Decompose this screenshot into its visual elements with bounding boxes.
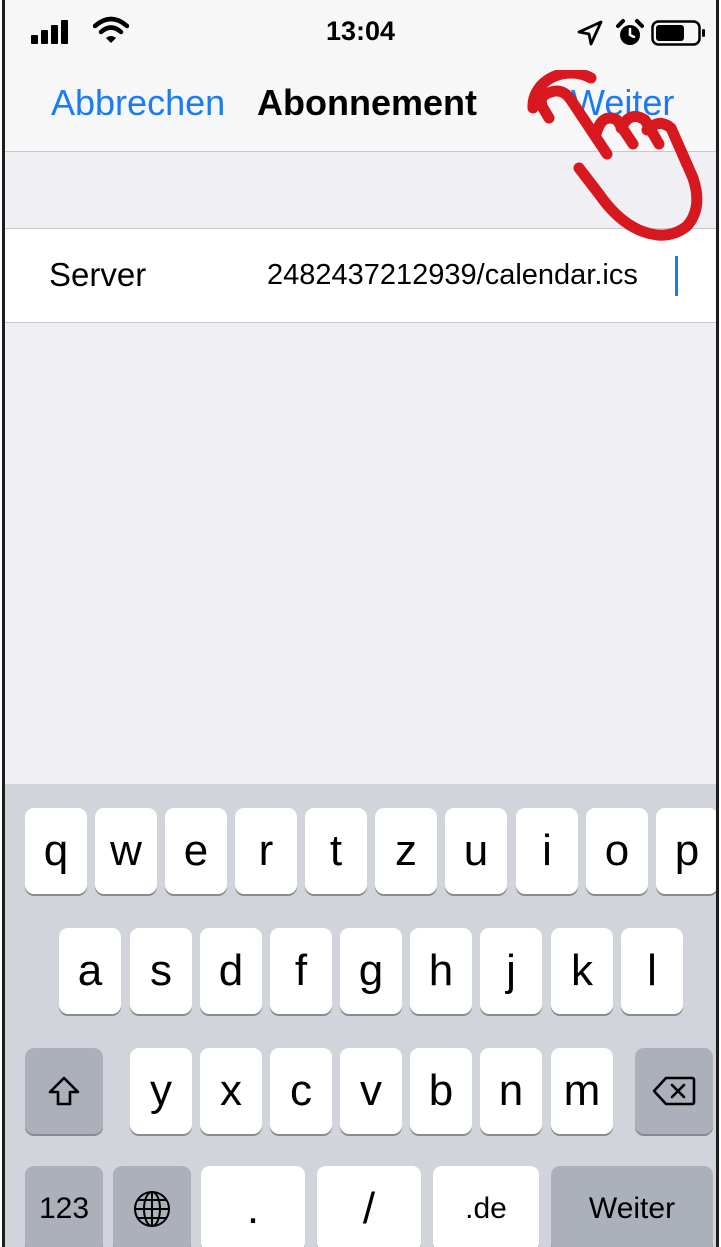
key-d[interactable]: d	[200, 928, 262, 1014]
shift-icon	[48, 1076, 80, 1106]
key-c[interactable]: c	[270, 1048, 332, 1134]
globe-icon	[134, 1191, 170, 1227]
status-time: 13:04	[325, 16, 396, 46]
delete-icon	[652, 1076, 696, 1106]
key-j[interactable]: j	[480, 928, 542, 1014]
globe-key[interactable]	[113, 1166, 191, 1247]
key-x[interactable]: x	[200, 1048, 262, 1134]
delete-key[interactable]	[635, 1048, 713, 1134]
key-n[interactable]: n	[480, 1048, 542, 1134]
key-g[interactable]: g	[340, 928, 402, 1014]
phone-screen: 13:04 Abbrechen Abonnement Weiter Server…	[2, 0, 719, 1247]
key-m[interactable]: m	[551, 1048, 613, 1134]
key-i[interactable]: i	[516, 808, 578, 894]
key-z[interactable]: z	[375, 808, 437, 894]
next-button[interactable]: Weiter	[571, 82, 674, 124]
key-p[interactable]: p	[656, 808, 716, 894]
dot-key[interactable]: .	[201, 1166, 305, 1247]
server-input[interactable]: 2482437212939/calendar.ics	[267, 259, 673, 292]
key-a[interactable]: a	[59, 928, 121, 1014]
navigation-bar: Abbrechen Abonnement Weiter	[5, 62, 716, 152]
text-cursor	[675, 256, 678, 296]
key-y[interactable]: y	[130, 1048, 192, 1134]
key-s[interactable]: s	[130, 928, 192, 1014]
status-bar: 13:04	[5, 0, 716, 62]
key-r[interactable]: r	[235, 808, 297, 894]
server-row[interactable]: Server 2482437212939/calendar.ics	[5, 229, 716, 323]
domain-key[interactable]: .de	[433, 1166, 539, 1247]
return-key[interactable]: Weiter	[551, 1166, 713, 1247]
key-b[interactable]: b	[410, 1048, 472, 1134]
key-q[interactable]: q	[25, 808, 87, 894]
key-h[interactable]: h	[410, 928, 472, 1014]
keyboard: q w e r t z u i o p a s d f g h j k l y x c v b n m 123. / .de Weiter	[5, 784, 716, 1247]
key-o[interactable]: o	[586, 808, 648, 894]
shift-key[interactable]	[25, 1048, 103, 1134]
location-icon	[577, 20, 603, 46]
battery-icon	[651, 20, 705, 46]
key-v[interactable]: v	[340, 1048, 402, 1134]
page-title: Abonnement	[257, 82, 477, 123]
alarm-icon	[616, 19, 644, 45]
key-f[interactable]: f	[270, 928, 332, 1014]
numbers-key[interactable]: 123	[25, 1166, 103, 1247]
cancel-button[interactable]: Abbrechen	[51, 82, 225, 124]
key-t[interactable]: t	[305, 808, 367, 894]
slash-key[interactable]: /	[317, 1166, 421, 1247]
key-k[interactable]: k	[551, 928, 613, 1014]
server-label: Server	[49, 256, 147, 293]
key-u[interactable]: u	[445, 808, 507, 894]
section-spacer	[5, 152, 716, 229]
key-l[interactable]: l	[621, 928, 683, 1014]
key-w[interactable]: w	[95, 808, 157, 894]
key-e[interactable]: e	[165, 808, 227, 894]
server-value: 2482437212939/calendar.ics	[267, 259, 638, 291]
